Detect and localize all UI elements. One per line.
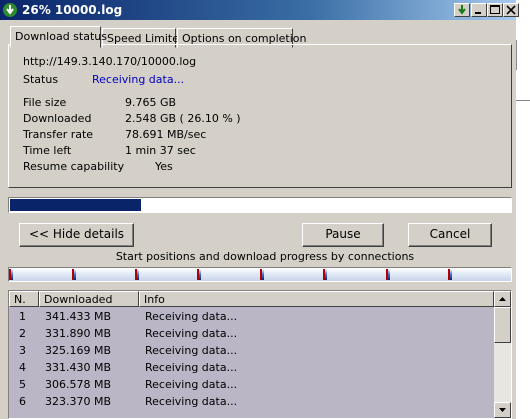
row-info: Receiving data... [145, 344, 238, 357]
title-bar[interactable]: 26% 10000.log [0, 0, 519, 20]
chevron-down-icon [499, 408, 506, 412]
table-row[interactable]: 2 331.890 MB Receiving data... [9, 325, 494, 342]
scroll-up-button[interactable] [494, 291, 511, 307]
row-downloaded: 341.433 MB [45, 310, 112, 323]
table-row[interactable]: 4 331.430 MB Receiving data... [9, 359, 494, 376]
download-icon-button[interactable] [454, 3, 470, 17]
row-downloaded: 331.890 MB [45, 327, 112, 340]
time-left-label: Time left [23, 144, 72, 157]
row-info: Receiving data... [145, 395, 238, 408]
chevron-up-icon [499, 297, 506, 301]
background-window-edge [516, 0, 530, 419]
download-progress-bar [8, 197, 512, 213]
scroll-thumb[interactable] [494, 307, 511, 343]
close-button[interactable] [503, 3, 519, 17]
row-number: 5 [19, 378, 26, 391]
table-row[interactable]: 1 341.433 MB Receiving data... [9, 308, 494, 325]
table-scrollbar[interactable] [494, 291, 511, 418]
row-downloaded: 331.430 MB [45, 361, 112, 374]
row-downloaded: 306.578 MB [45, 378, 112, 391]
row-downloaded: 323.370 MB [45, 395, 112, 408]
column-header-downloaded[interactable]: Downloaded [39, 291, 139, 307]
progress-fill [10, 199, 142, 211]
connection-start-marker [72, 269, 74, 280]
app-icon [3, 3, 17, 17]
connections-progress-strip [8, 267, 512, 282]
download-url: http://149.3.140.170/10000.log [23, 55, 197, 68]
file-size-label: File size [23, 96, 67, 109]
connection-start-marker [197, 269, 199, 280]
row-number: 6 [19, 395, 26, 408]
scroll-down-button[interactable] [494, 402, 511, 418]
time-left-value: 1 min 37 sec [125, 144, 196, 157]
status-value: Receiving data... [92, 73, 185, 86]
download-status-panel: http://149.3.140.170/10000.log Status Re… [8, 44, 512, 188]
file-size-value: 9.765 GB [125, 96, 177, 109]
connection-start-marker [448, 269, 450, 280]
row-number: 1 [19, 310, 26, 323]
row-number: 2 [19, 327, 26, 340]
downloaded-label: Downloaded [23, 112, 92, 125]
table-row[interactable]: 6 323.370 MB Receiving data... [9, 393, 494, 410]
downloaded-value: 2.548 GB ( 26.10 % ) [125, 112, 241, 125]
table-row[interactable]: 5 306.578 MB Receiving data... [9, 376, 494, 393]
row-number: 4 [19, 361, 26, 374]
status-label: Status [23, 73, 59, 86]
table-row[interactable]: 3 325.169 MB Receiving data... [9, 342, 494, 359]
connection-start-marker [9, 269, 11, 280]
connection-start-marker [323, 269, 325, 280]
row-downloaded: 325.169 MB [45, 344, 112, 357]
column-header-info[interactable]: Info [139, 291, 494, 307]
connection-start-marker [260, 269, 262, 280]
resume-capability-value: Yes [155, 160, 173, 173]
table-header: N. Downloaded Info [9, 291, 494, 307]
row-info: Receiving data... [145, 361, 238, 374]
maximize-button[interactable] [487, 3, 503, 17]
pause-button[interactable]: Pause [302, 223, 384, 247]
cancel-button[interactable]: Cancel [408, 223, 492, 247]
column-header-n[interactable]: N. [9, 291, 39, 307]
row-info: Receiving data... [145, 310, 238, 323]
row-info: Receiving data... [145, 378, 238, 391]
resume-capability-label: Resume capability [23, 160, 125, 173]
download-window: 26% 10000.log Download status Speed Limi… [0, 0, 519, 419]
transfer-rate-label: Transfer rate [23, 128, 94, 141]
row-info: Receiving data... [145, 327, 238, 340]
connections-caption: Start positions and download progress by… [115, 250, 415, 263]
connection-start-marker [135, 269, 137, 280]
hide-details-button[interactable]: << Hide details [19, 223, 134, 247]
window-title: 26% 10000.log [22, 3, 123, 17]
transfer-rate-value: 78.691 MB/sec [125, 128, 207, 141]
connection-start-marker [386, 269, 388, 280]
minimize-button[interactable] [471, 3, 487, 17]
row-number: 3 [19, 344, 26, 357]
background-divider [516, 40, 530, 70]
connections-table: N. Downloaded Info 1 341.433 MB Receivin… [8, 290, 512, 419]
tab-download-status[interactable]: Download status [10, 26, 107, 48]
background-divider [516, 100, 530, 112]
